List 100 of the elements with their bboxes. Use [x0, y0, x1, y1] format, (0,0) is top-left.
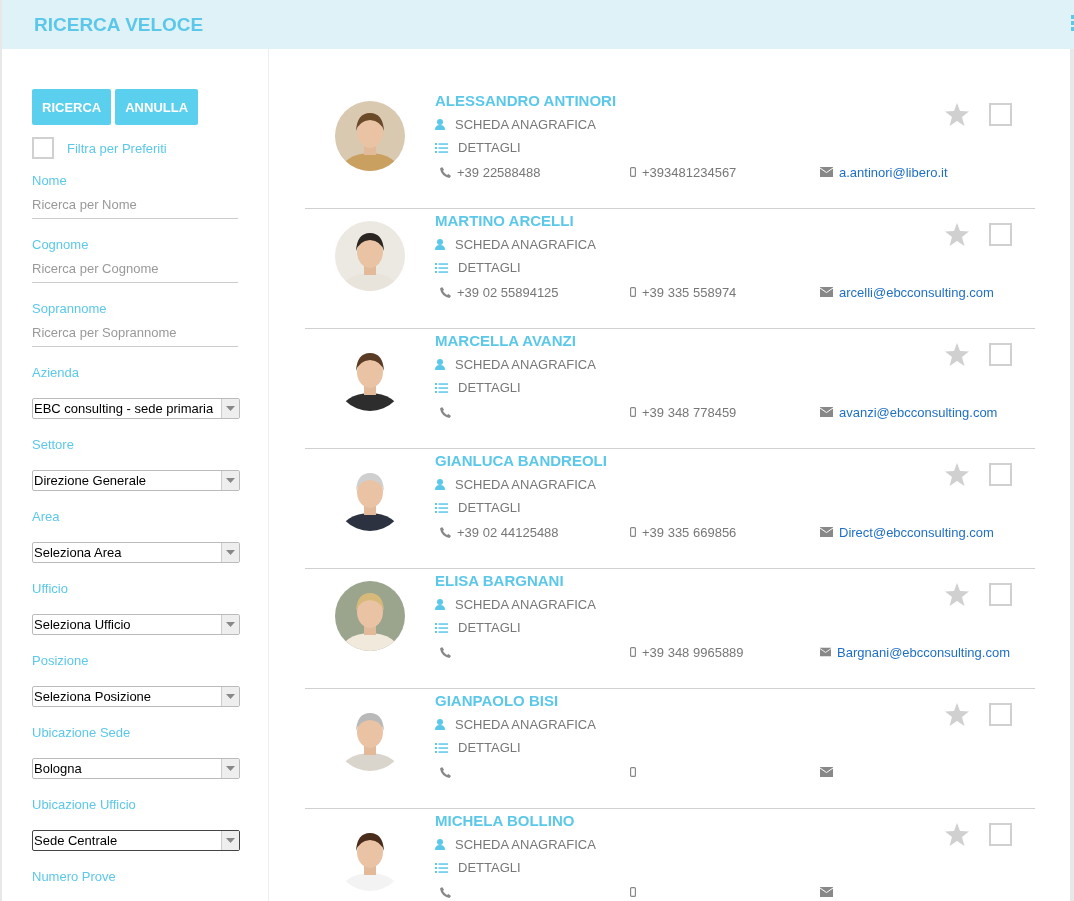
- mobile-number: +39 335 669856: [642, 524, 737, 540]
- envelope-icon: [820, 287, 833, 297]
- caret-icon: [226, 838, 235, 843]
- checkbox[interactable]: [989, 823, 1012, 846]
- phone-icon: [440, 526, 451, 538]
- star-icon[interactable]: [945, 223, 969, 246]
- envelope-icon: [820, 887, 833, 897]
- field-label: Ufficio: [32, 581, 69, 596]
- details-link[interactable]: DETTAGLI: [458, 860, 521, 875]
- profile-link[interactable]: SCHEDA ANAGRAFICA: [455, 597, 596, 612]
- field-label: Azienda: [32, 365, 80, 380]
- envelope-icon: [820, 767, 833, 777]
- caret-icon: [226, 694, 235, 699]
- mobile-number: +39 348 778459: [642, 404, 737, 420]
- details-link[interactable]: DETTAGLI: [458, 140, 521, 155]
- details-link[interactable]: DETTAGLI: [458, 620, 521, 635]
- list-icon: [435, 742, 448, 753]
- field-label: Nome: [32, 173, 68, 188]
- email-link[interactable]: a.antinori@libero.it: [839, 164, 948, 180]
- phone-number: +39 02 55894125: [457, 284, 559, 300]
- list-icon: [435, 502, 448, 513]
- checkbox-label: Filtra per Preferiti: [67, 140, 167, 156]
- phone-icon: [440, 406, 451, 418]
- mobile-number: +39 348 9965889: [642, 644, 744, 660]
- user-icon: [435, 239, 445, 250]
- mobile-phone-icon: [630, 167, 636, 177]
- email-link[interactable]: Direct@ebcconsulting.com: [839, 524, 994, 540]
- field-label: Ubicazione Ufficio: [32, 797, 137, 812]
- mobile-number: +393481234567: [642, 164, 737, 180]
- checkbox[interactable]: [32, 137, 54, 159]
- field-label: Area: [32, 509, 61, 524]
- mobile-phone-icon: [630, 407, 636, 417]
- user-icon: [435, 599, 445, 610]
- mobile-phone-icon: [630, 527, 636, 537]
- dropdown[interactable]: Seleziona Ufficio: [32, 614, 240, 635]
- envelope-icon: [820, 167, 833, 177]
- envelope-icon: [820, 407, 833, 417]
- profile-link[interactable]: SCHEDA ANAGRAFICA: [455, 837, 596, 852]
- field-label: Numero Prove: [32, 869, 117, 884]
- star-icon[interactable]: [945, 463, 969, 486]
- star-icon[interactable]: [945, 103, 969, 126]
- dropdown[interactable]: Seleziona Posizione: [32, 686, 240, 707]
- email-link[interactable]: arcelli@ebcconsulting.com: [839, 284, 994, 300]
- user-icon: [435, 359, 445, 370]
- field-label: Settore: [32, 437, 75, 452]
- details-link[interactable]: DETTAGLI: [458, 380, 521, 395]
- field-label: Ubicazione Sede: [32, 725, 132, 740]
- envelope-icon: [820, 527, 833, 537]
- checkbox[interactable]: [989, 583, 1012, 606]
- caret-icon: [226, 622, 235, 627]
- phone-number: +39 02 44125488: [457, 524, 559, 540]
- caret-icon: [226, 478, 235, 483]
- checkbox[interactable]: [989, 103, 1012, 126]
- field-label: Soprannome: [32, 301, 108, 316]
- profile-link[interactable]: SCHEDA ANAGRAFICA: [455, 717, 596, 732]
- star-icon[interactable]: [945, 343, 969, 366]
- dropdown[interactable]: Seleziona Area: [32, 542, 240, 563]
- profile-link[interactable]: SCHEDA ANAGRAFICA: [455, 357, 596, 372]
- checkbox[interactable]: [989, 343, 1012, 366]
- mobile-phone-icon: [630, 887, 636, 897]
- user-icon: [435, 719, 445, 730]
- checkbox[interactable]: [989, 703, 1012, 726]
- user-icon: [435, 839, 445, 850]
- details-link[interactable]: DETTAGLI: [458, 500, 521, 515]
- phone-icon: [440, 886, 451, 898]
- profile-link[interactable]: SCHEDA ANAGRAFICA: [455, 477, 596, 492]
- dropdown[interactable]: Direzione Generale: [32, 470, 240, 491]
- star-icon[interactable]: [945, 703, 969, 726]
- phone-number: +39 22588488: [457, 164, 541, 180]
- star-icon[interactable]: [945, 583, 969, 606]
- caret-icon: [226, 766, 235, 771]
- phone-icon: [440, 766, 451, 778]
- email-link[interactable]: Bargnani@ebcconsulting.com: [837, 644, 1010, 660]
- field-label: Posizione: [32, 653, 90, 668]
- profile-link[interactable]: SCHEDA ANAGRAFICA: [455, 117, 596, 132]
- dropdown[interactable]: EBC consulting - sede primaria: [32, 398, 240, 419]
- list-icon: [435, 262, 448, 273]
- phone-icon: [440, 646, 451, 658]
- details-link[interactable]: DETTAGLI: [458, 260, 521, 275]
- mobile-number: +39 335 558974: [642, 284, 737, 300]
- email-link[interactable]: avanzi@ebcconsulting.com: [839, 404, 998, 420]
- mobile-phone-icon: [630, 647, 636, 657]
- phone-icon: [440, 166, 451, 178]
- star-icon[interactable]: [945, 823, 969, 846]
- list-icon: [435, 862, 448, 873]
- checkbox[interactable]: [989, 223, 1012, 246]
- checkbox[interactable]: [989, 463, 1012, 486]
- caret-icon: [226, 550, 235, 555]
- list-icon: [435, 382, 448, 393]
- dropdown[interactable]: Bologna: [32, 758, 240, 779]
- list-icon: [435, 142, 448, 153]
- envelope-icon: [820, 647, 832, 657]
- list-icon: [435, 622, 448, 633]
- dropdown[interactable]: Sede Centrale: [32, 830, 240, 851]
- page-title: RICERCA VELOCE: [34, 13, 204, 36]
- caret-icon: [226, 406, 235, 411]
- field-label: Cognome: [32, 237, 90, 252]
- details-link[interactable]: DETTAGLI: [458, 740, 521, 755]
- profile-link[interactable]: SCHEDA ANAGRAFICA: [455, 237, 596, 252]
- mobile-phone-icon: [630, 767, 636, 777]
